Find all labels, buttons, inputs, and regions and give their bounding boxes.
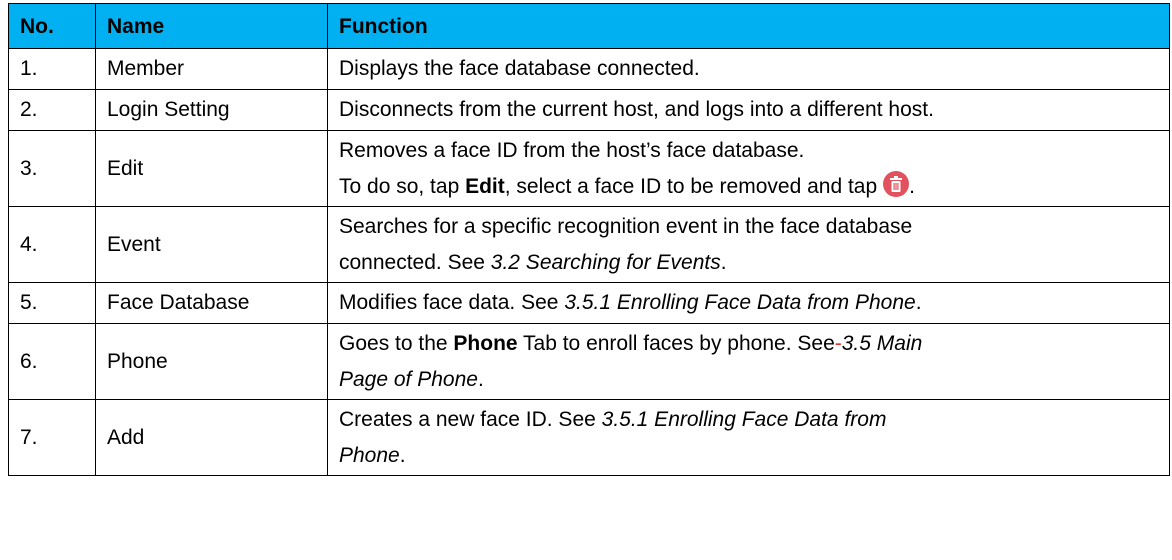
row-function: Creates a new face ID. See 3.5.1 Enrolli…: [327, 399, 1170, 476]
header-function: Function: [327, 3, 1170, 49]
section-reference: Phone: [339, 443, 400, 467]
row-function: Searches for a specific recognition even…: [327, 206, 1170, 283]
section-reference: 3.5.1 Enrolling Face Data from Phone: [564, 291, 916, 314]
row-number: 4.: [8, 206, 96, 283]
row-function: Modifies face data. See 3.5.1 Enrolling …: [327, 282, 1170, 324]
edit-mark: -: [834, 331, 842, 355]
row-function: Goes to the Phone Tab to enroll faces by…: [327, 323, 1170, 400]
phone-term: Phone: [453, 331, 518, 355]
section-reference: 3.5 Main: [841, 331, 923, 355]
row-function: Disconnects from the current host, and l…: [327, 89, 1170, 131]
row-name: Login Setting: [95, 89, 328, 131]
row-number: 1.: [8, 48, 96, 90]
row-name: Add: [95, 399, 328, 476]
table-header-row: No. Name Function: [8, 3, 1170, 49]
row-number: 2.: [8, 89, 96, 131]
section-reference: 3.5.1 Enrolling Face Data from: [601, 407, 887, 431]
row-function: Displays the face database connected.: [327, 48, 1170, 90]
table-row: 6. Phone Goes to the Phone Tab to enroll…: [8, 323, 1170, 400]
row-number: 3.: [8, 130, 96, 207]
row-number: 5.: [8, 282, 96, 324]
table-row: 1. Member Displays the face database con…: [8, 48, 1170, 90]
row-number: 6.: [8, 323, 96, 400]
function-table: No. Name Function 1. Member Displays the…: [8, 3, 1170, 476]
header-name: Name: [95, 3, 328, 49]
table-row: 4. Event Searches for a specific recogni…: [8, 206, 1170, 283]
table-row: 2. Login Setting Disconnects from the cu…: [8, 89, 1170, 131]
table-row: 7. Add Creates a new face ID. See 3.5.1 …: [8, 399, 1170, 476]
row-name: Event: [95, 206, 328, 283]
row-name: Face Database: [95, 282, 328, 324]
row-number: 7.: [8, 399, 96, 476]
edit-term: Edit: [465, 174, 505, 198]
row-name: Edit: [95, 130, 328, 207]
table-row: 3. Edit Removes a face ID from the host’…: [8, 130, 1170, 207]
section-reference: 3.2 Searching for Events: [490, 250, 721, 274]
header-no: No.: [8, 3, 96, 49]
row-name: Member: [95, 48, 328, 90]
section-reference: Page of Phone: [339, 367, 478, 391]
row-name: Phone: [95, 323, 328, 400]
row-function: Removes a face ID from the host’s face d…: [327, 130, 1170, 207]
table-row: 5. Face Database Modifies face data. See…: [8, 282, 1170, 324]
trash-icon: [883, 170, 910, 197]
